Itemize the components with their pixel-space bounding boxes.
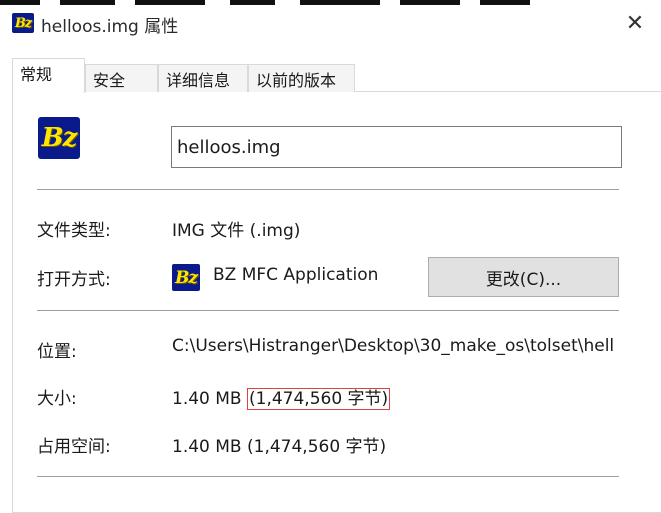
tab-security[interactable]: 安全 (85, 64, 158, 92)
size-label: 大小: (37, 389, 77, 409)
tab-previous-versions-label: 以前的版本 (256, 71, 337, 90)
location-value: C:\Users\Histranger\Desktop\30_make_os\t… (172, 336, 615, 356)
size-on-disk-value: 1.40 MB (1,474,560 字节) (172, 437, 387, 457)
tab-details-label: 详细信息 (166, 71, 231, 90)
separator (37, 310, 619, 311)
bz-logo-text: Bz (14, 15, 32, 31)
open-with-value: BZ MFC Application (213, 265, 379, 285)
background-window-strip (0, 0, 661, 6)
open-with-label: 打开方式: (37, 270, 111, 290)
tab-security-label: 安全 (93, 71, 126, 90)
tab-previous-versions[interactable]: 以前的版本 (248, 64, 355, 92)
location-label: 位置: (37, 342, 77, 362)
tab-details[interactable]: 详细信息 (158, 64, 248, 92)
file-type-value: IMG 文件 (.img) (172, 221, 301, 241)
window-title: helloos.img 属性 (41, 17, 179, 37)
size-bytes-highlight: (1,474,560 字节) (247, 388, 391, 410)
tab-general-label: 常规 (20, 65, 53, 84)
tab-general[interactable]: 常规 (12, 58, 85, 93)
size-value: 1.40 MB (172, 389, 242, 409)
location-value-container: C:\Users\Histranger\Desktop\30_make_os\t… (172, 336, 622, 356)
file-type-label: 文件类型: (37, 221, 111, 241)
close-button[interactable]: ✕ (623, 10, 647, 36)
filename-input[interactable] (171, 126, 622, 168)
change-button[interactable]: 更改(C)... (428, 257, 619, 297)
bz-logo-text: Bz (174, 267, 198, 288)
app-icon: Bz (12, 13, 34, 33)
open-with-app-icon: Bz (172, 264, 200, 291)
separator (37, 476, 619, 477)
bz-logo-text: Bz (41, 123, 78, 153)
file-type-icon: Bz (38, 117, 80, 159)
size-on-disk-label: 占用空间: (37, 437, 111, 457)
separator (37, 189, 619, 190)
close-icon: ✕ (625, 10, 645, 36)
size-value-row: 1.40 MB (1,474,560 字节) (172, 384, 391, 410)
title-bar: Bz helloos.img 属性 ✕ (0, 0, 661, 46)
